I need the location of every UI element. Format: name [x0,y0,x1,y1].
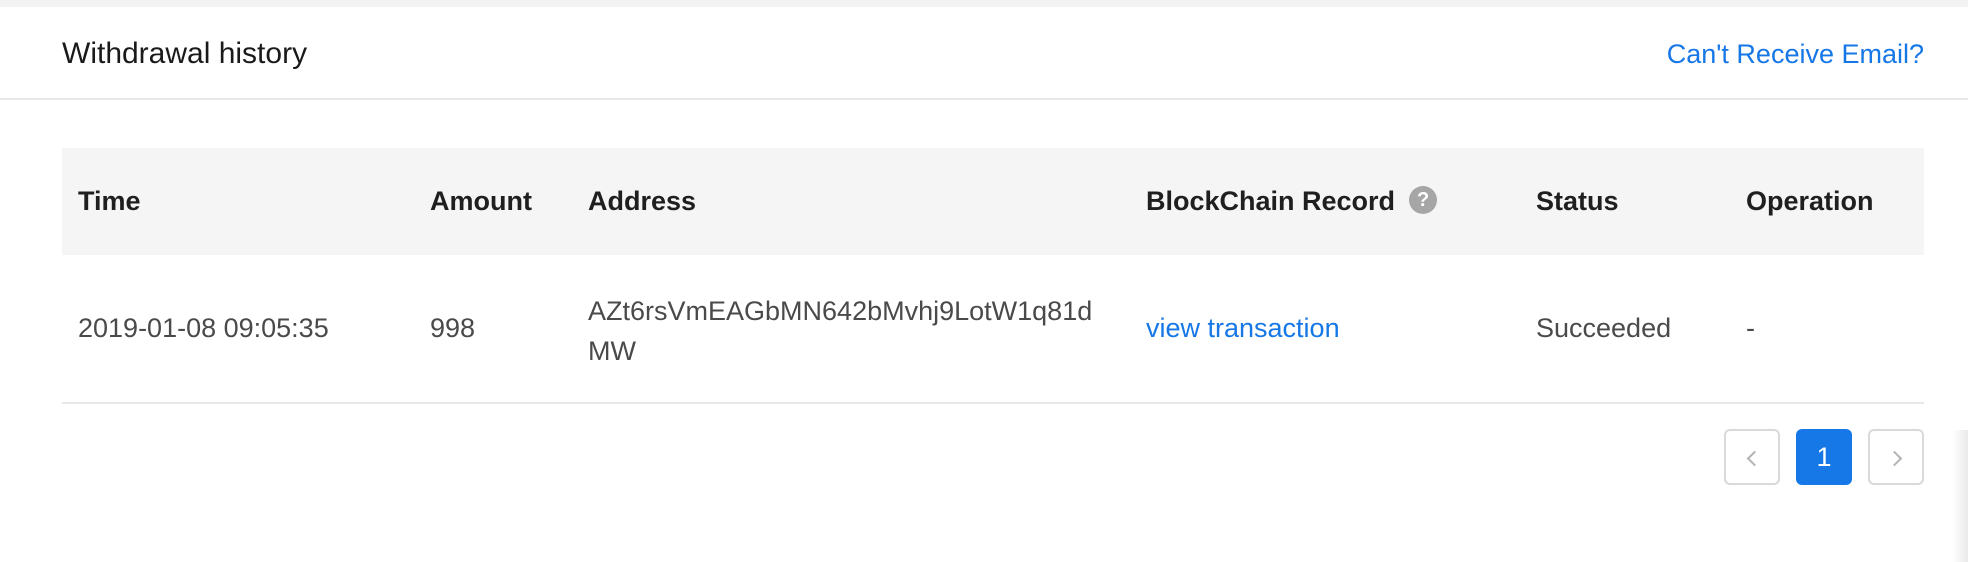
question-icon[interactable]: ? [1409,185,1438,214]
table-row: 2019-01-08 09:05:35 998 AZt6rsVmEAGbMN64… [62,255,1924,404]
chevron-right-icon [1886,450,1902,467]
column-header-operation: Operation [1746,186,1874,216]
next-page-button[interactable] [1868,429,1924,485]
column-header-amount: Amount [430,186,532,216]
page-1-button[interactable]: 1 [1796,429,1852,485]
card-header: Withdrawal history Can't Receive Email? [0,7,1968,100]
column-header-blockchain-record: BlockChain Record? [1146,148,1438,255]
prev-page-button[interactable] [1724,429,1780,485]
cell-time: 2019-01-08 09:05:35 [78,313,329,343]
column-header-status: Status [1536,186,1619,216]
cell-status: Succeeded [1536,313,1672,343]
pagination: 1 [0,429,1968,485]
withdrawal-table: Time Amount Address BlockChain Record? S… [62,148,1924,404]
column-header-blockchain-record-label: BlockChain Record [1146,186,1396,216]
right-edge-shadow [1952,430,1968,562]
table-header-row: Time Amount Address BlockChain Record? S… [62,148,1924,255]
column-header-time: Time [78,186,141,216]
cell-amount: 998 [430,313,476,343]
column-header-address: Address [588,186,697,216]
page-top-strip [0,0,1968,7]
cant-receive-email-link[interactable]: Can't Receive Email? [1667,39,1924,70]
cell-operation: - [1746,313,1755,343]
page-title: Withdrawal history [62,37,308,70]
chevron-left-icon [1746,450,1762,467]
cell-address: AZt6rsVmEAGbMN642bMvhj9LotW1q81dMW [588,296,1093,366]
view-transaction-link[interactable]: view transaction [1146,255,1340,402]
